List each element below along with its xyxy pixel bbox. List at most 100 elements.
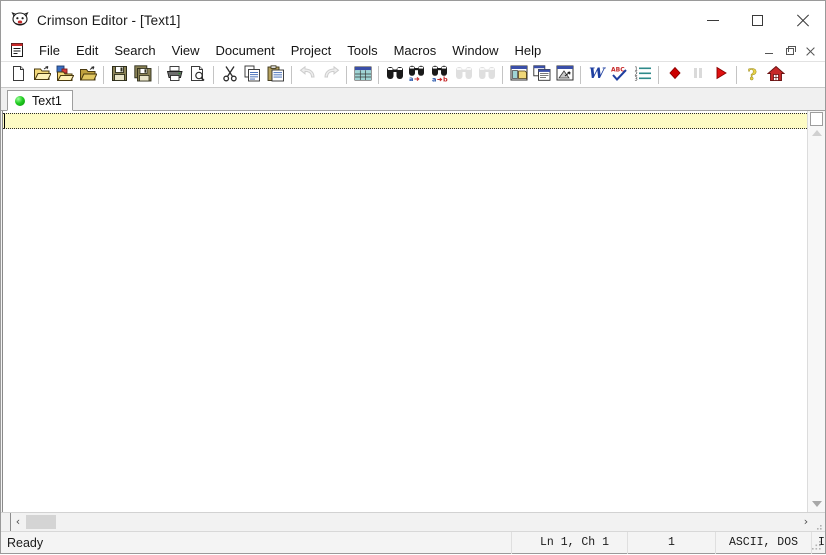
- menu-item-project[interactable]: Project: [283, 41, 339, 60]
- scroll-left-arrow[interactable]: ‹: [11, 513, 25, 531]
- minimize-document-icon: [764, 53, 773, 54]
- save-icon: [111, 65, 128, 85]
- help-button[interactable]: ?: [741, 64, 764, 86]
- svg-text:?: ?: [747, 65, 756, 82]
- open-file-icon: [33, 65, 52, 85]
- minimize-icon: [706, 19, 719, 21]
- scroll-down-arrow[interactable]: [811, 501, 822, 507]
- save-button[interactable]: [108, 64, 131, 86]
- toolbar-separator: [736, 65, 737, 84]
- mdi-document-controls: [758, 42, 821, 60]
- print-button[interactable]: [163, 64, 186, 86]
- line-numbers-button[interactable]: 1 2 3: [631, 64, 654, 86]
- title-bar: Crimson Editor - [Text1]: [1, 1, 825, 39]
- crimson-editor-icon: [11, 11, 29, 29]
- home-icon: [766, 65, 785, 85]
- tile-windows-button[interactable]: [530, 64, 553, 86]
- text-editor[interactable]: [3, 111, 807, 512]
- scroll-right-arrow[interactable]: ›: [799, 513, 813, 531]
- undo-icon: [299, 65, 317, 84]
- horizontal-scrollbar-thumb[interactable]: [26, 515, 56, 529]
- word-wrap-button[interactable]: W: [585, 64, 608, 86]
- print-preview-button[interactable]: [186, 64, 209, 86]
- find-previous-button[interactable]: [452, 64, 475, 86]
- status-bar: Ready Ln 1, Ch 1 1 ASCII, DOS I: [1, 531, 825, 554]
- find-in-files-button[interactable]: a b: [429, 64, 452, 86]
- menu-item-view[interactable]: View: [164, 41, 208, 60]
- tab-text1[interactable]: Text1: [7, 90, 73, 111]
- find-next-icon: [478, 65, 496, 84]
- new-window-button[interactable]: [507, 64, 530, 86]
- menu-item-edit[interactable]: Edit: [68, 41, 106, 60]
- menu-item-tools[interactable]: Tools: [339, 41, 385, 60]
- print-preview-icon: [189, 65, 206, 85]
- new-file-button[interactable]: [7, 64, 30, 86]
- close-document-button[interactable]: [800, 42, 821, 60]
- crimson-editor-window: Crimson Editor - [Text1] File Edit Searc…: [0, 0, 826, 554]
- menu-item-help[interactable]: Help: [506, 41, 549, 60]
- redo-button[interactable]: [319, 64, 342, 86]
- new-file-icon: [10, 65, 27, 85]
- close-document-icon: [806, 47, 815, 56]
- pause-macro-button[interactable]: [686, 64, 709, 86]
- horizontal-scrollbar[interactable]: ‹ ›: [1, 512, 825, 531]
- menu-item-search[interactable]: Search: [106, 41, 163, 60]
- toolbar-separator: [213, 65, 214, 84]
- toolbar-separator: [580, 65, 581, 84]
- column-mode-button[interactable]: [351, 64, 374, 86]
- menu-item-file[interactable]: File: [31, 41, 68, 60]
- cut-button[interactable]: [218, 64, 241, 86]
- menu-item-document[interactable]: Document: [208, 41, 283, 60]
- record-macro-button[interactable]: [663, 64, 686, 86]
- open-recent-button[interactable]: [53, 64, 76, 86]
- status-selection-count: 1: [627, 531, 715, 554]
- editor-area: [1, 111, 825, 512]
- play-macro-button[interactable]: [709, 64, 732, 86]
- toolbar-separator: [103, 65, 104, 84]
- document-icon[interactable]: [9, 42, 25, 58]
- minimize-button[interactable]: [690, 1, 735, 39]
- maximize-button[interactable]: [735, 1, 780, 39]
- line-numbers-icon: 1 2 3: [634, 65, 652, 84]
- browser-preview-icon: [556, 65, 574, 84]
- close-button[interactable]: [780, 1, 825, 39]
- svg-text:a: a: [432, 75, 436, 82]
- current-line-highlight: [3, 113, 807, 129]
- open-project-button[interactable]: [76, 64, 99, 86]
- replace-icon: a: [408, 65, 427, 85]
- text-caret: [4, 114, 5, 128]
- vertical-scrollbar-thumb[interactable]: [810, 112, 823, 126]
- menu-item-macros[interactable]: Macros: [386, 41, 445, 60]
- toolbar: a a b W ABC 1 2 3 ?: [1, 61, 825, 88]
- tab-label: Text1: [32, 93, 62, 108]
- replace-button[interactable]: a: [406, 64, 429, 86]
- menu-item-window[interactable]: Window: [444, 41, 506, 60]
- find-next-button[interactable]: [475, 64, 498, 86]
- close-icon: [796, 14, 809, 27]
- toolbar-separator: [291, 65, 292, 84]
- restore-document-icon: [785, 45, 796, 55]
- restore-document-button[interactable]: [779, 42, 800, 60]
- toolbar-separator: [378, 65, 379, 84]
- svg-text:a: a: [409, 75, 413, 82]
- home-button[interactable]: [764, 64, 787, 86]
- open-file-button[interactable]: [30, 64, 53, 86]
- find-icon: [386, 65, 404, 84]
- scrollbar-corner: [1, 513, 11, 531]
- horizontal-scrollbar-track[interactable]: [56, 513, 799, 531]
- find-button[interactable]: [383, 64, 406, 86]
- status-cursor-position: Ln 1, Ch 1: [511, 531, 627, 554]
- undo-button[interactable]: [296, 64, 319, 86]
- spell-check-button[interactable]: ABC: [608, 64, 631, 86]
- browser-preview-button[interactable]: [553, 64, 576, 86]
- copy-button[interactable]: [241, 64, 264, 86]
- vertical-scrollbar[interactable]: [807, 111, 825, 512]
- vertical-scrollbar-track[interactable]: [808, 136, 825, 501]
- window-controls: [690, 1, 825, 39]
- status-message: Ready: [7, 535, 44, 550]
- new-window-icon: [510, 65, 528, 84]
- paste-button[interactable]: [264, 64, 287, 86]
- window-resize-grip[interactable]: [811, 539, 823, 551]
- save-all-button[interactable]: [131, 64, 154, 86]
- minimize-document-button[interactable]: [758, 42, 779, 60]
